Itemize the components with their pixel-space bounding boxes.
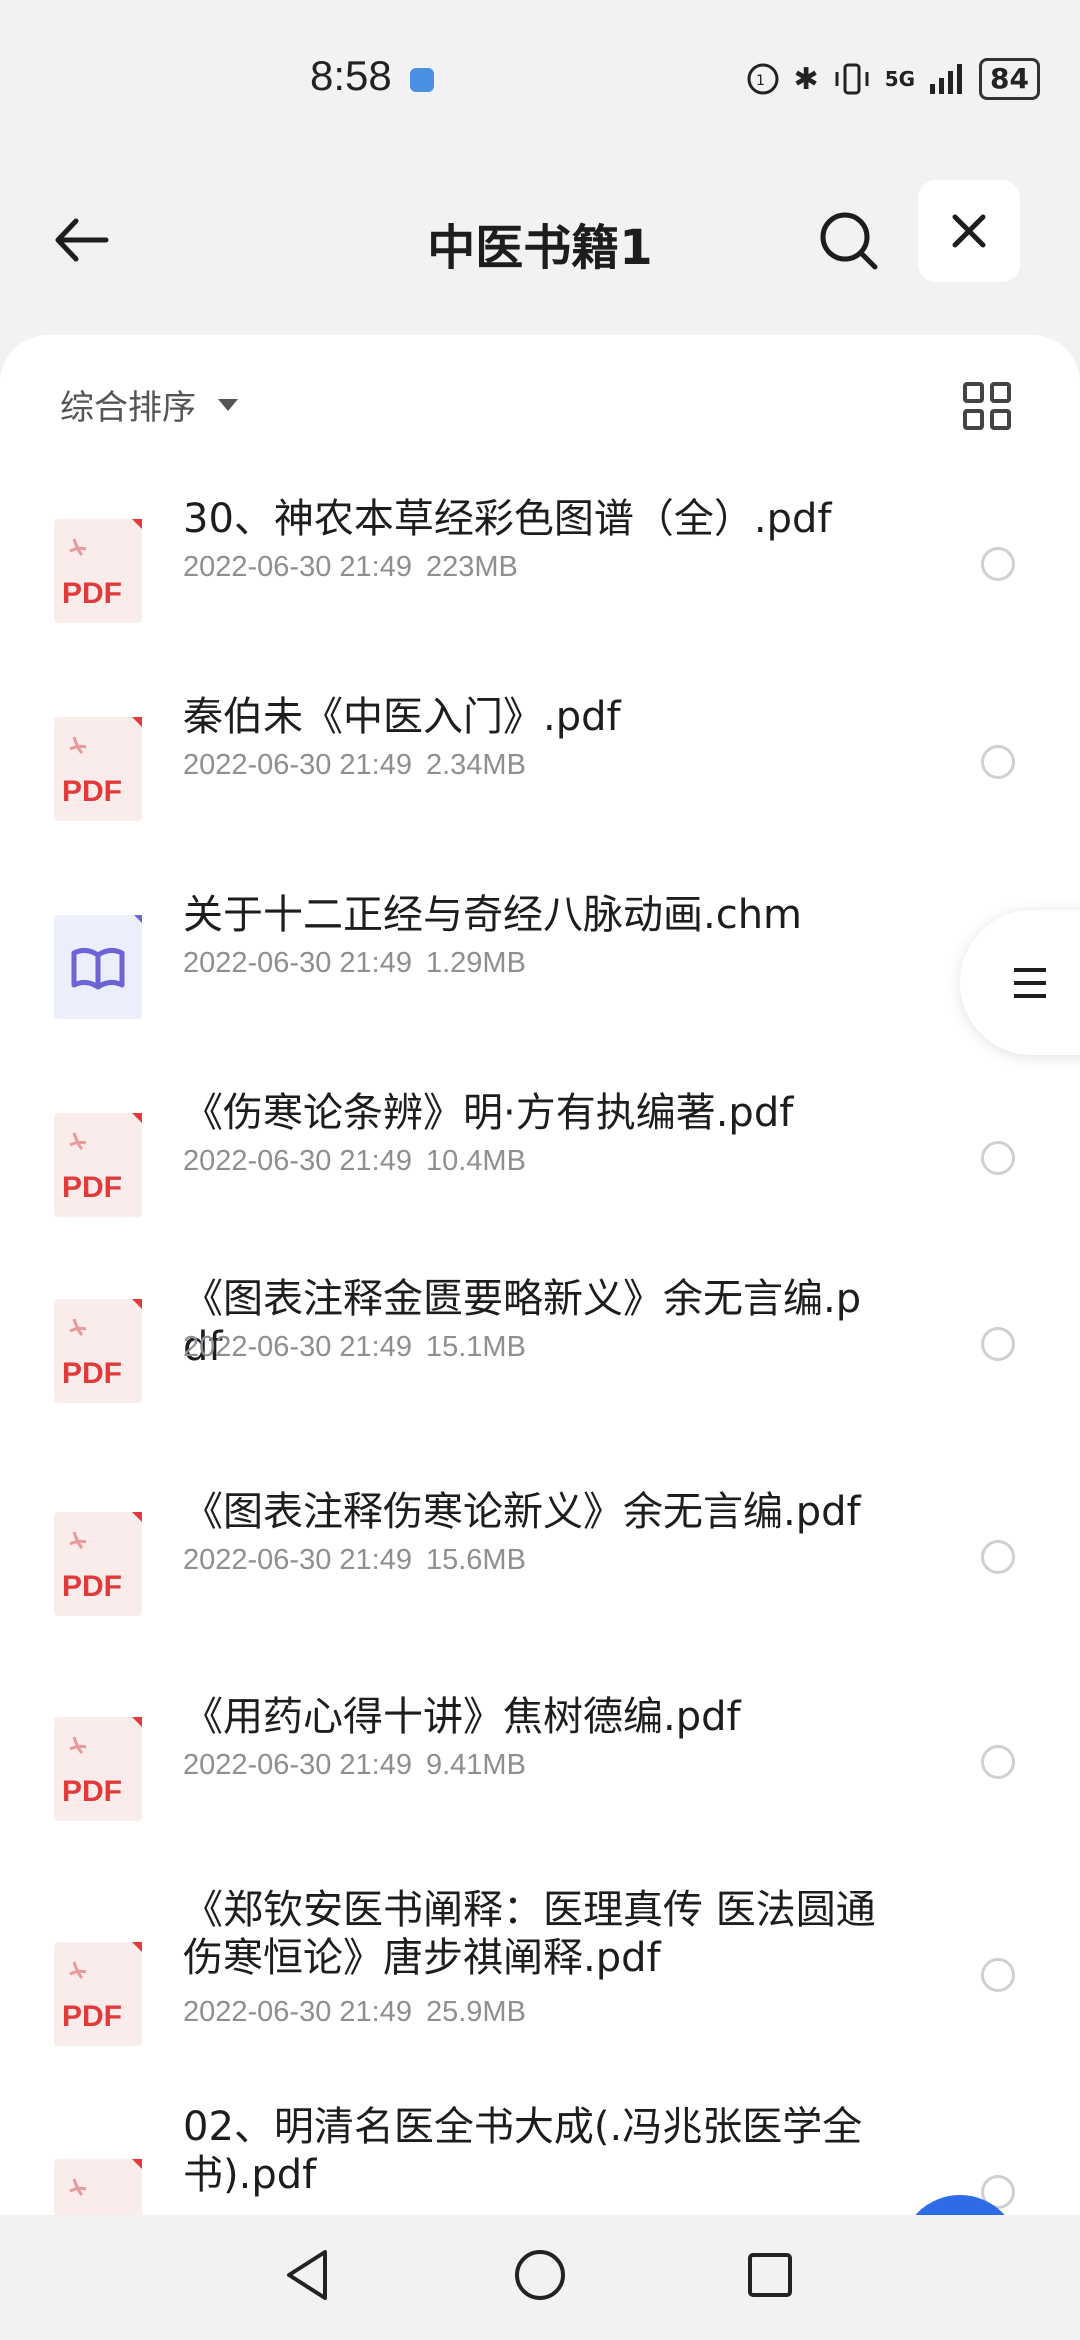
file-date: 2022-06-30 21:49: [183, 1331, 412, 1363]
file-date: 2022-06-30 21:49: [183, 1749, 412, 1781]
svg-text:1: 1: [756, 73, 765, 89]
file-date: 2022-06-30 21:49: [183, 1544, 412, 1576]
select-checkbox[interactable]: [981, 1745, 1015, 1779]
select-checkbox[interactable]: [981, 1540, 1015, 1574]
network-type: 5G: [884, 67, 916, 91]
svg-text:PDF: PDF: [62, 1171, 122, 1204]
select-checkbox[interactable]: [981, 547, 1015, 581]
pdf-file-icon: PDF: [52, 1111, 144, 1219]
file-size: 223MB: [425, 551, 518, 583]
file-name: 《伤寒论条辨》明·方有执编著.pdf: [183, 1090, 794, 1136]
select-checkbox[interactable]: [981, 1958, 1015, 1992]
svg-text:PDF: PDF: [62, 577, 122, 610]
file-meta: 2022-06-30 21:49 9.41MB: [183, 1749, 526, 1782]
file-list-item[interactable]: PDF 《郑钦安医书阐释：医理真传 医法圆通 伤寒恒论》唐步祺阐释.pdf 2022…: [0, 1878, 1080, 2095]
search-button[interactable]: [808, 200, 888, 280]
pdf-file-icon: PDF: [52, 1297, 144, 1405]
file-name: 02、明清名医全书大成(.冯兆张医学全书).pdf: [183, 2104, 863, 2198]
file-meta: 2022-06-30 21:49 223MB: [183, 551, 518, 584]
pdf-file-icon: PDF: [52, 517, 144, 625]
triangle-back-icon: [287, 2250, 327, 2300]
file-name: 《用药心得十讲》焦树德编.pdf: [183, 1694, 741, 1740]
file-date: 2022-06-30 21:49: [183, 551, 412, 583]
file-list-item[interactable]: PDF 《用药心得十讲》焦树德编.pdf 2022-06-30 21:49 9.41M…: [0, 1683, 1080, 1878]
file-name: 关于十二正经与奇经八脉动画.chm: [183, 892, 803, 938]
file-list-item[interactable]: 关于十二正经与奇经八脉动画.chm 2022-06-30 21:49 1.29MB: [0, 881, 1080, 1079]
notification-icon: [410, 68, 434, 92]
sort-label: 综合排序: [60, 388, 196, 428]
file-size: 15.1MB: [425, 1331, 526, 1363]
file-name: 《郑钦安医书阐释：医理真传 医法圆通 伤寒恒论》唐步祺阐释.pdf: [183, 1887, 876, 1981]
file-size: 15.6MB: [425, 1544, 526, 1576]
nav-back-button[interactable]: [278, 2245, 338, 2305]
pdf-file-icon: PDF: [52, 1510, 144, 1618]
file-date: 2022-06-30 21:49: [183, 1145, 412, 1177]
system-nav-bar: [0, 2215, 1080, 2340]
file-list-item[interactable]: PDF 30、神农本草经彩色图谱（全）.pdf 2022-06-30 21:49 22…: [0, 485, 1080, 683]
file-list-panel: 综合排序 PDF 30、神农本草经彩色图谱（全）.pdf 2022-06-30 21…: [0, 335, 1080, 2215]
file-meta: 2022-06-30 21:49 1.29MB: [183, 947, 526, 980]
file-list-item[interactable]: PDF 《伤寒论条辨》明·方有执编著.pdf 2022-06-30 21:49 10.…: [0, 1079, 1080, 1265]
file-meta: 2022-06-30 21:49 15.1MB: [183, 1331, 526, 1364]
pdf-file-icon: PDF: [52, 715, 144, 823]
vibrate-icon: [835, 63, 869, 95]
svg-text:PDF: PDF: [62, 775, 122, 808]
battery-icon: 84: [979, 58, 1040, 100]
data-icon: 1: [747, 63, 779, 95]
svg-text:PDF: PDF: [62, 2000, 122, 2033]
square-recents-icon: [748, 2253, 792, 2297]
file-name: 秦伯未《中医入门》.pdf: [183, 694, 621, 740]
svg-text:PDF: PDF: [62, 1357, 122, 1390]
select-checkbox[interactable]: [981, 1141, 1015, 1175]
pdf-file-icon: PDF: [52, 2157, 144, 2215]
file-meta: 2022-06-30 21:49 25.9MB: [183, 1996, 526, 2029]
file-size: 10.4MB: [425, 1145, 526, 1177]
select-checkbox[interactable]: [981, 1327, 1015, 1361]
file-meta: 2022-06-30 21:49 15.6MB: [183, 1544, 526, 1577]
nav-recents-button[interactable]: [740, 2245, 800, 2305]
svg-text:PDF: PDF: [62, 1570, 122, 1603]
bluetooth-icon: ✱: [793, 61, 819, 97]
grid-view-button[interactable]: [962, 381, 1012, 431]
menu-icon: [1014, 967, 1046, 998]
header: 中医书籍1: [0, 160, 1080, 330]
file-list-item[interactable]: PDF 秦伯未《中医入门》.pdf 2022-06-30 21:49 2.34MB: [0, 683, 1080, 881]
file-meta: 2022-06-30 21:49 2.34MB: [183, 749, 526, 782]
close-button[interactable]: [918, 180, 1020, 282]
search-icon: [820, 212, 878, 270]
file-list-item[interactable]: PDF 《图表注释金匮要略新义》余无言编.pdf 2022-06-30 21:49 1…: [0, 1265, 1080, 1478]
sort-dropdown[interactable]: 综合排序: [60, 380, 238, 429]
chm-file-icon: [52, 913, 144, 1021]
caret-down-icon: [218, 398, 238, 411]
file-date: 2022-06-30 21:49: [183, 947, 412, 979]
file-list-item[interactable]: PDF 02、明清名医全书大成(.冯兆张医学全书).pdf: [0, 2095, 1080, 2215]
nav-home-button[interactable]: [510, 2245, 570, 2305]
signal-icon: [930, 64, 963, 94]
pdf-file-icon: PDF: [52, 1715, 144, 1823]
pdf-file-icon: PDF: [52, 1940, 144, 2048]
grid-icon: [963, 382, 1011, 430]
file-size: 2.34MB: [425, 749, 526, 781]
file-size: 25.9MB: [425, 1996, 526, 2028]
file-meta: 2022-06-30 21:49 10.4MB: [183, 1145, 526, 1178]
circle-home-icon: [515, 2250, 565, 2300]
status-time: 8:58: [310, 52, 392, 99]
close-icon: [952, 214, 986, 248]
svg-text:PDF: PDF: [62, 1775, 122, 1808]
select-checkbox[interactable]: [981, 745, 1015, 779]
file-name: 30、神农本草经彩色图谱（全）.pdf: [183, 496, 832, 542]
status-icons: 1 ✱ 5G 84: [746, 58, 1040, 100]
file-date: 2022-06-30 21:49: [183, 749, 412, 781]
file-size: 1.29MB: [425, 947, 526, 979]
file-list-item[interactable]: PDF 《图表注释伤寒论新义》余无言编.pdf 2022-06-30 21:49 15…: [0, 1478, 1080, 1683]
file-name: 《图表注释伤寒论新义》余无言编.pdf: [183, 1489, 861, 1535]
file-size: 9.41MB: [425, 1749, 526, 1781]
status-bar: 8:58 1 ✱ 5G 84: [0, 0, 1080, 160]
file-date: 2022-06-30 21:49: [183, 1996, 412, 2028]
